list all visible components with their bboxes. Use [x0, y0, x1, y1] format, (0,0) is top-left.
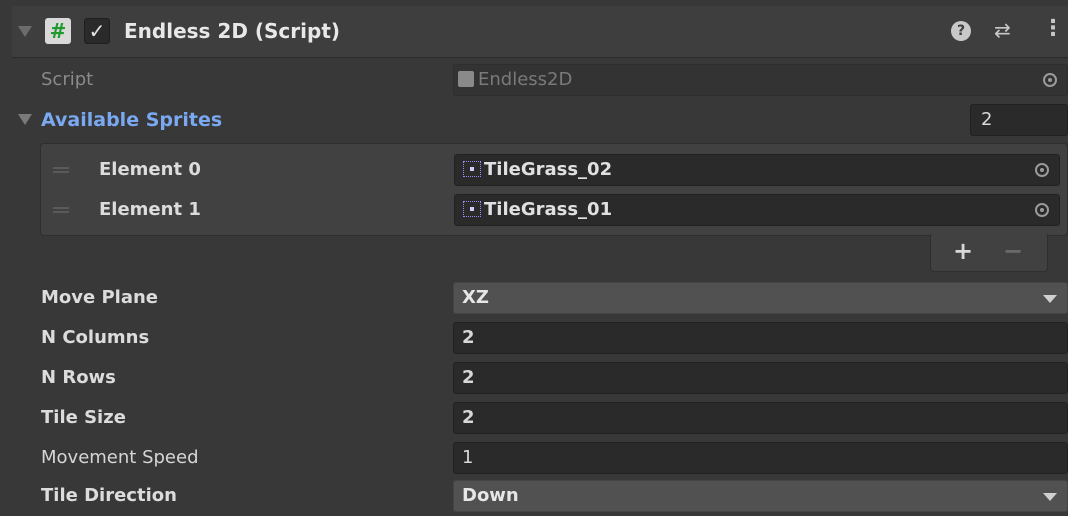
n-columns-label: N Columns	[41, 327, 150, 348]
drag-handle-icon[interactable]	[53, 167, 69, 173]
script-icon: #	[45, 18, 71, 44]
add-element-button[interactable]: +	[953, 237, 973, 265]
script-value: Endless2D	[478, 69, 573, 90]
script-row: Script Endless2D	[12, 60, 1068, 100]
script-file-icon	[458, 71, 474, 87]
move-plane-label: Move Plane	[41, 287, 159, 308]
tile-size-row: Tile Size 2	[12, 398, 1068, 438]
list-foldout-icon[interactable]	[18, 114, 32, 125]
sprite-object-field[interactable]: TileGrass_01	[454, 194, 1060, 226]
sprite-object-field[interactable]: TileGrass_02	[454, 154, 1060, 186]
sprite-value: TileGrass_01	[484, 199, 613, 220]
move-plane-row: Move Plane XZ	[12, 278, 1068, 318]
presets-icon[interactable]: ⇄	[994, 18, 1011, 42]
movement-speed-row: Movement Speed 1	[12, 438, 1068, 478]
n-rows-input[interactable]: 2	[453, 362, 1068, 394]
tile-direction-dropdown[interactable]: Down	[453, 480, 1068, 512]
tile-direction-label: Tile Direction	[41, 485, 177, 506]
help-icon[interactable]: ?	[951, 21, 971, 41]
component-foldout-icon[interactable]	[18, 26, 32, 37]
component-title: Endless 2D (Script)	[124, 19, 341, 43]
sprite-value: TileGrass_02	[484, 159, 613, 180]
script-field: Endless2D	[453, 64, 1068, 96]
n-rows-row: N Rows 2	[12, 358, 1068, 398]
component-enabled-checkbox[interactable]: ✓	[84, 18, 110, 44]
move-plane-dropdown[interactable]: XZ	[453, 282, 1068, 314]
list-item[interactable]: Element 1 TileGrass_01	[41, 190, 1067, 230]
object-picker-icon	[1043, 73, 1057, 87]
tile-size-input[interactable]: 2	[453, 402, 1068, 434]
script-label: Script	[41, 69, 94, 90]
available-sprites-header[interactable]: Available Sprites 2	[12, 100, 1068, 140]
inspector-panel: # ✓ Endless 2D (Script) ? ⇄ ⋮ Script End…	[12, 6, 1068, 515]
element-label: Element 1	[99, 199, 201, 220]
component-header[interactable]: # ✓ Endless 2D (Script) ? ⇄ ⋮	[12, 6, 1068, 58]
list-item[interactable]: Element 0 TileGrass_02	[41, 150, 1067, 190]
dropdown-arrow-icon	[1043, 493, 1057, 501]
sprite-icon	[463, 161, 481, 177]
list-size-field[interactable]: 2	[970, 104, 1068, 136]
available-sprites-label[interactable]: Available Sprites	[41, 109, 222, 131]
movement-speed-label: Movement Speed	[41, 447, 199, 468]
drag-handle-icon[interactable]	[53, 207, 69, 213]
list-footer: + −	[930, 234, 1048, 272]
remove-element-button[interactable]: −	[1003, 237, 1023, 265]
sprite-icon	[463, 201, 481, 217]
tile-direction-row: Tile Direction Down	[12, 476, 1068, 516]
movement-speed-input[interactable]: 1	[453, 442, 1068, 474]
object-picker-icon[interactable]	[1035, 203, 1049, 217]
n-columns-input[interactable]: 2	[453, 322, 1068, 354]
n-columns-row: N Columns 2	[12, 318, 1068, 358]
element-label: Element 0	[99, 159, 201, 180]
context-menu-icon[interactable]: ⋮	[1042, 16, 1064, 41]
n-rows-label: N Rows	[41, 367, 116, 388]
tile-size-label: Tile Size	[41, 407, 126, 428]
move-plane-value: XZ	[462, 287, 489, 308]
tile-direction-value: Down	[462, 485, 519, 506]
available-sprites-list: Element 0 TileGrass_02 Element 1 TileGra…	[40, 143, 1068, 236]
object-picker-icon[interactable]	[1035, 163, 1049, 177]
dropdown-arrow-icon	[1043, 295, 1057, 303]
